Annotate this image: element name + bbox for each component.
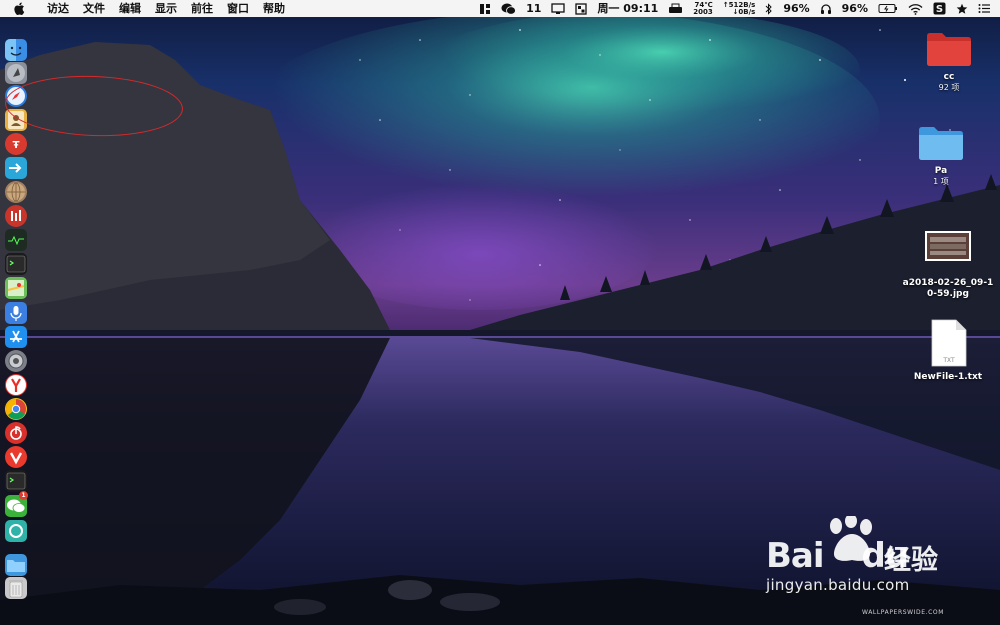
bluetooth-icon[interactable]: [760, 0, 778, 17]
baidu-product-name: 经验: [884, 545, 938, 576]
baidu-wordmark-bai: Bai: [766, 536, 825, 576]
star-icon[interactable]: [951, 0, 973, 17]
desktop-item-count: 1 项: [933, 177, 949, 186]
menu-app-name[interactable]: 访达: [40, 0, 76, 17]
desktop-item-name-line2: 0-59.jpg: [927, 289, 969, 299]
desktop-file-newfile-txt[interactable]: TXT NewFile-1.txt: [898, 318, 998, 383]
app-red-ty-icon[interactable]: Ŧ: [5, 133, 27, 155]
launchpad-icon[interactable]: [5, 62, 27, 84]
yandex-browser-icon[interactable]: [5, 374, 27, 396]
desktop-folder-cc[interactable]: cc 92 项: [899, 28, 999, 93]
wechat-dock-badge: 1: [19, 491, 28, 500]
terminal-dollar-icon[interactable]: [5, 470, 27, 492]
notification-center-icon[interactable]: [973, 0, 1000, 17]
activity-monitor-icon[interactable]: [5, 229, 27, 251]
menu-go[interactable]: 前往: [184, 0, 220, 17]
red-folder-icon: [927, 33, 971, 66]
menu-bar-status-area: 11 周一 09:11 74℃ 2003 ↑512B/s ↓0B/s 96% 9…: [474, 0, 1000, 17]
menu-file[interactable]: 文件: [76, 0, 112, 17]
menu-help[interactable]: 帮助: [256, 0, 292, 17]
wechat-unread-count: 11: [526, 2, 542, 15]
app-red-bars-icon[interactable]: [5, 205, 27, 227]
txt-badge: TXT: [942, 357, 955, 364]
battery-icon[interactable]: [873, 0, 903, 17]
trash-icon[interactable]: [5, 577, 27, 599]
vivaldi-icon[interactable]: [5, 446, 27, 468]
wallpaper-credit: WALLPAPERSWIDE.COM: [862, 609, 945, 616]
globe-icon[interactable]: [5, 181, 27, 203]
maps-icon[interactable]: [5, 277, 27, 299]
desktop-folder-pa[interactable]: Pa 1 项: [891, 122, 991, 187]
baidu-url: jingyan.baidu.com: [766, 576, 910, 594]
svg-text:Ŧ: Ŧ: [13, 140, 20, 151]
bear-icon[interactable]: [474, 0, 496, 17]
netease-music-icon[interactable]: [5, 422, 27, 444]
display-mirroring-icon[interactable]: [546, 0, 570, 17]
menu-clock[interactable]: 周一 09:11: [592, 0, 663, 17]
text-document-icon: TXT: [931, 319, 967, 367]
finder-icon[interactable]: [5, 39, 27, 61]
system-preferences-icon[interactable]: [5, 350, 27, 372]
siri-microphone-icon[interactable]: [5, 302, 27, 324]
app-store-icon[interactable]: [5, 326, 27, 348]
desktop-item-name-line1: a2018-02-26_09-1: [902, 278, 994, 288]
network-speed-readout: ↑512B/s ↓0B/s: [718, 0, 761, 17]
menu-view[interactable]: 显示: [148, 0, 184, 17]
menu-window[interactable]: 窗口: [220, 0, 256, 17]
net-download: ↓0B/s: [732, 7, 756, 16]
image-thumbnail-icon: [925, 231, 971, 261]
sogou-input-icon[interactable]: S: [928, 0, 951, 17]
blue-folder-icon: [919, 127, 963, 160]
chrome-icon[interactable]: [5, 398, 27, 420]
terminal-icon[interactable]: [5, 253, 27, 275]
menu-bar-left: 访达 文件 编辑 显示 前往 窗口 帮助: [0, 0, 292, 17]
wifi-icon[interactable]: [903, 0, 928, 17]
fan-speed: 2003: [693, 7, 713, 16]
menu-edit[interactable]: 编辑: [112, 0, 148, 17]
app-teal-icon[interactable]: [5, 520, 27, 542]
istat-printer-icon[interactable]: [663, 0, 688, 17]
folder-icon[interactable]: [5, 554, 27, 576]
desktop-item-name: NewFile-1.txt: [913, 372, 983, 382]
desktop-item-count: 92 项: [938, 83, 960, 92]
migration-arrow-icon[interactable]: [5, 157, 27, 179]
headphone-battery-icon[interactable]: [815, 0, 837, 17]
desktop-item-name: cc: [943, 72, 955, 82]
grid-app-icon[interactable]: [570, 0, 592, 17]
desktop-item-name: Pa: [934, 166, 948, 176]
desktop-file-screenshot-jpg[interactable]: a2018-02-26_09-1 0-59.jpg: [898, 230, 998, 300]
apple-menu-icon[interactable]: [14, 2, 28, 15]
cpu-temp-fan-readout: 74℃ 2003: [688, 0, 717, 17]
battery-percent-primary: 96%: [783, 2, 810, 15]
wechat-status-icon[interactable]: [496, 0, 521, 17]
battery-percent-secondary: 96%: [841, 2, 868, 15]
baidu-jingyan-watermark: Bai du 经验 jingyan.baidu.com: [766, 516, 956, 608]
menu-bar: 访达 文件 编辑 显示 前往 窗口 帮助 11 周一 09:11 74℃ 200…: [0, 0, 1000, 17]
svg-text:S: S: [936, 4, 943, 15]
